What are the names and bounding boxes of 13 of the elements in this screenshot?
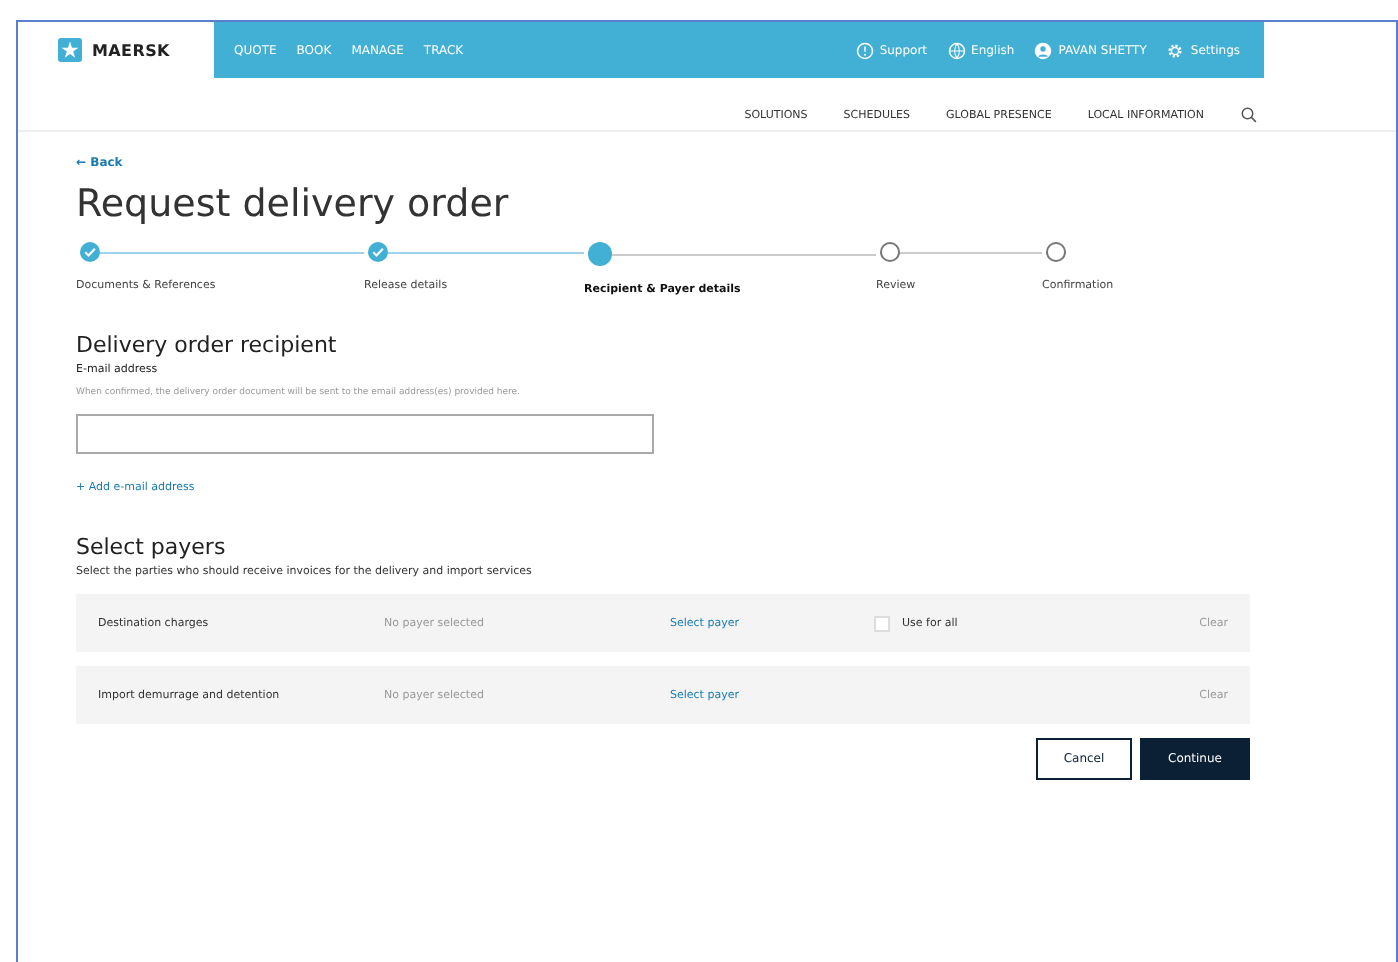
brand-name: MAERSK (92, 41, 170, 59)
search-icon (1240, 106, 1258, 124)
search-button[interactable] (1240, 106, 1258, 124)
checkbox[interactable] (874, 615, 890, 631)
help-icon (855, 41, 874, 59)
email-input-field[interactable] (76, 414, 654, 454)
star-logo-icon (58, 38, 82, 62)
section-heading: Select payers (76, 534, 228, 560)
section-heading: Delivery order recipient (76, 332, 339, 358)
settings-icon (1166, 41, 1185, 59)
page-title: Request delivery order (76, 182, 511, 226)
globe-icon (947, 41, 966, 59)
user-icon (1034, 41, 1053, 59)
